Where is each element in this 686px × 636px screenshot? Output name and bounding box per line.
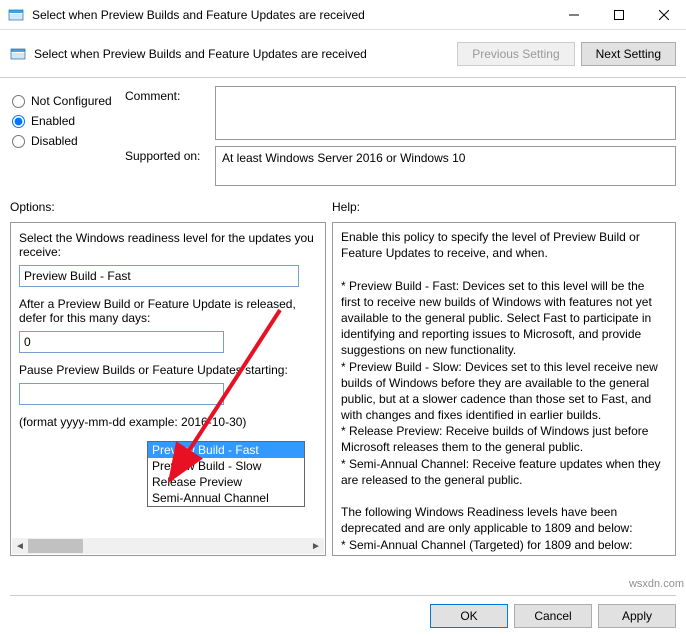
config-area: Not Configured Enabled Disabled Comment:… xyxy=(0,78,686,198)
close-button[interactable] xyxy=(641,0,686,30)
help-section-label: Help: xyxy=(332,200,676,214)
app-icon xyxy=(8,7,24,23)
radio-disabled[interactable]: Disabled xyxy=(10,134,125,148)
window-controls xyxy=(551,0,686,30)
maximize-button[interactable] xyxy=(596,0,641,30)
dropdown-item-semi-annual[interactable]: Semi-Annual Channel xyxy=(148,490,304,506)
radio-not-configured-input[interactable] xyxy=(12,95,25,108)
readiness-level-select[interactable] xyxy=(19,265,299,287)
section-labels-row: Options: Help: xyxy=(0,198,686,222)
dropdown-item-fast[interactable]: Preview Build - Fast xyxy=(148,442,304,458)
header-title: Select when Preview Builds and Feature U… xyxy=(34,47,451,61)
radio-not-configured[interactable]: Not Configured xyxy=(10,94,125,108)
form-column: Comment: Supported on: At least Windows … xyxy=(125,86,676,192)
defer-days-label: After a Preview Build or Feature Update … xyxy=(19,297,317,325)
supported-on-box: At least Windows Server 2016 or Windows … xyxy=(215,146,676,186)
format-hint: (format yyyy-mm-dd example: 2016-10-30) xyxy=(19,415,317,429)
help-bullet: * Preview Build - Fast: Devices set to t… xyxy=(341,278,667,359)
apply-button[interactable]: Apply xyxy=(598,604,676,628)
next-setting-button[interactable]: Next Setting xyxy=(581,42,676,66)
options-panel: Select the Windows readiness level for t… xyxy=(10,222,326,556)
cancel-button[interactable]: Cancel xyxy=(514,604,592,628)
readiness-dropdown-popup[interactable]: Preview Build - Fast Preview Build - Slo… xyxy=(147,441,305,507)
help-bullet: * Semi-Annual Channel (Targeted) for 180… xyxy=(341,537,667,556)
title-bar: Select when Preview Builds and Feature U… xyxy=(0,0,686,30)
supported-label: Supported on: xyxy=(125,146,215,186)
help-bullet: * Preview Build - Slow: Devices set to t… xyxy=(341,359,667,424)
scroll-right-arrow-icon[interactable]: ► xyxy=(308,538,324,554)
panels-row: Select the Windows readiness level for t… xyxy=(0,222,686,556)
defer-days-input[interactable] xyxy=(19,331,224,353)
radio-enabled[interactable]: Enabled xyxy=(10,114,125,128)
dialog-button-bar: OK Cancel Apply xyxy=(430,604,676,628)
comment-textarea[interactable] xyxy=(215,86,676,140)
previous-setting-button[interactable]: Previous Setting xyxy=(457,42,574,66)
radio-enabled-label: Enabled xyxy=(31,114,75,128)
button-divider xyxy=(10,595,676,596)
radio-disabled-input[interactable] xyxy=(12,135,25,148)
readiness-level-label: Select the Windows readiness level for t… xyxy=(19,231,317,259)
window-title: Select when Preview Builds and Feature U… xyxy=(32,8,551,22)
help-paragraph: Enable this policy to specify the level … xyxy=(341,229,667,261)
minimize-button[interactable] xyxy=(551,0,596,30)
comment-label: Comment: xyxy=(125,86,215,140)
options-horizontal-scrollbar[interactable]: ◄ ► xyxy=(12,538,324,554)
dropdown-item-slow[interactable]: Preview Build - Slow xyxy=(148,458,304,474)
pause-starting-input[interactable] xyxy=(19,383,224,405)
radio-enabled-input[interactable] xyxy=(12,115,25,128)
radio-not-configured-label: Not Configured xyxy=(31,94,112,108)
policy-icon xyxy=(10,46,26,62)
header-bar: Select when Preview Builds and Feature U… xyxy=(0,30,686,78)
scroll-left-arrow-icon[interactable]: ◄ xyxy=(12,538,28,554)
pause-starting-label: Pause Preview Builds or Feature Updates … xyxy=(19,363,317,377)
state-radio-group: Not Configured Enabled Disabled xyxy=(10,86,125,192)
help-bullet: * Semi-Annual Channel: Receive feature u… xyxy=(341,456,667,488)
supported-on-text: At least Windows Server 2016 or Windows … xyxy=(222,151,465,165)
help-panel[interactable]: Enable this policy to specify the level … xyxy=(332,222,676,556)
scroll-thumb[interactable] xyxy=(28,539,83,553)
help-paragraph: The following Windows Readiness levels h… xyxy=(341,504,667,536)
dropdown-item-release-preview[interactable]: Release Preview xyxy=(148,474,304,490)
radio-disabled-label: Disabled xyxy=(31,134,78,148)
options-section-label: Options: xyxy=(10,200,332,214)
ok-button[interactable]: OK xyxy=(430,604,508,628)
help-bullet: * Release Preview: Receive builds of Win… xyxy=(341,423,667,455)
watermark: wsxdn.com xyxy=(629,578,684,590)
